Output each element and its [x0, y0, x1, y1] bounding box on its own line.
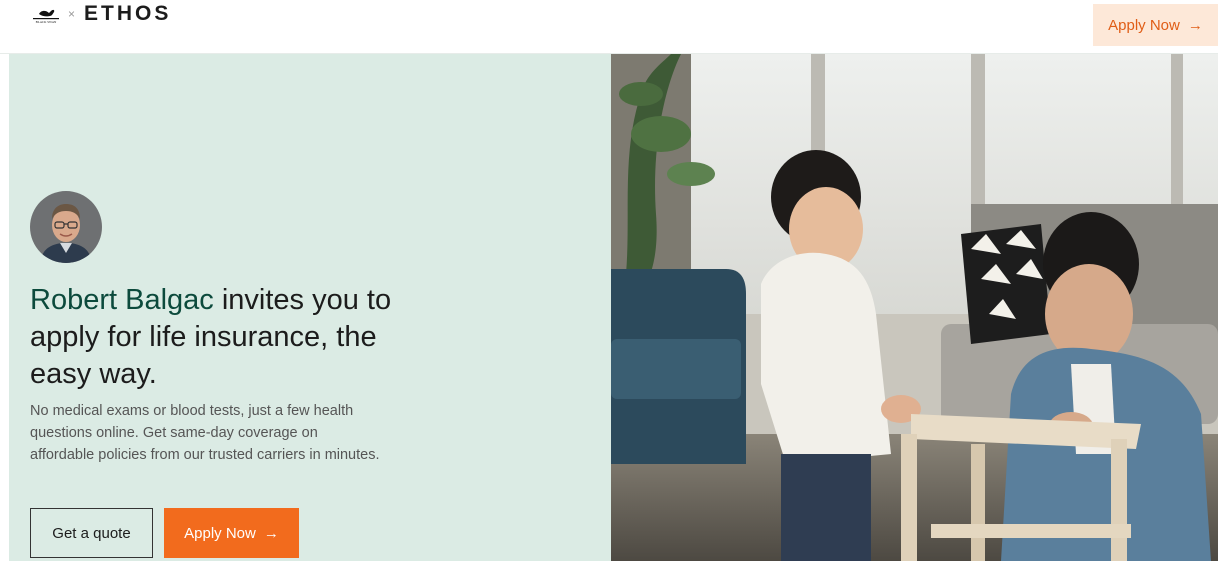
avatar — [30, 191, 102, 263]
apply-now-button[interactable]: Apply Now → — [164, 508, 299, 558]
get-a-quote-button[interactable]: Get a quote — [30, 508, 153, 558]
arrow-right-icon: → — [263, 524, 279, 542]
site-header: BLACK SWAN × ETHOS Apply Now → — [0, 0, 1218, 54]
black-swan-logo[interactable]: BLACK SWAN — [31, 6, 61, 24]
arrow-right-icon: → — [1187, 16, 1203, 34]
partner-logo-text: BLACK SWAN — [36, 20, 57, 24]
hero-photo — [611, 54, 1218, 561]
ethos-logo[interactable]: ETHOS — [84, 2, 171, 26]
inviter-name: Robert Balgac — [30, 284, 214, 316]
header-apply-label: Apply Now — [1108, 16, 1180, 34]
logo-separator: × — [68, 7, 76, 21]
hero-description: No medical exams or blood tests, just a … — [30, 403, 380, 463]
hero-headline: Robert Balgac invites you to apply for l… — [30, 282, 410, 393]
apply-now-label: Apply Now — [184, 524, 256, 542]
header-apply-now-button[interactable]: Apply Now → — [1093, 4, 1218, 46]
hero-left-panel: Robert Balgac invites you to apply for l… — [9, 54, 611, 561]
